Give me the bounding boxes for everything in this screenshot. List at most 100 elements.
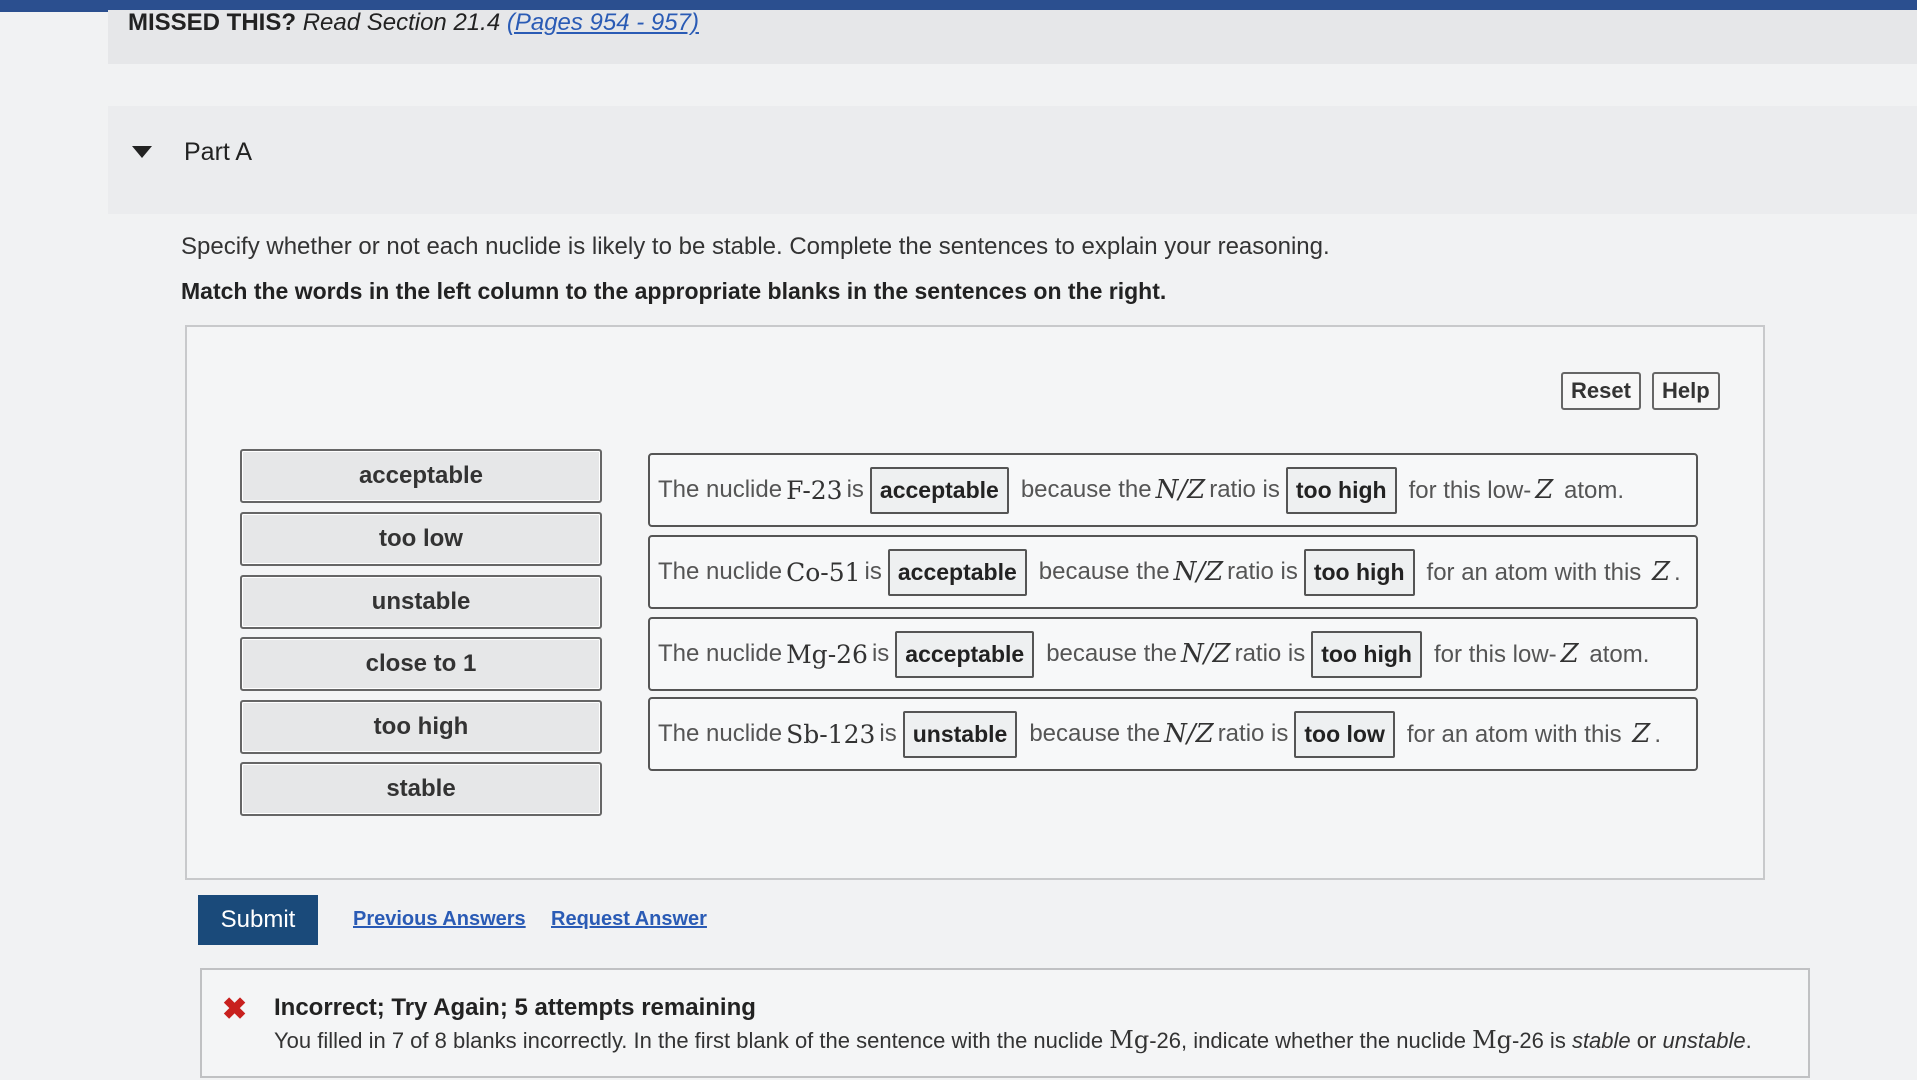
ratio-n: N [1180, 639, 1204, 669]
feedback-end: . [1745, 1028, 1752, 1053]
ratio-z: Z [1212, 639, 1231, 669]
suffix-pre: for an atom with this [1426, 559, 1648, 586]
missed-text: Read Section 21.4 [302, 9, 501, 36]
sentence-prefix: The nuclide [658, 476, 783, 503]
sentence-row: The nuclide Co-51 is acceptable because … [648, 535, 1698, 609]
feedback-or: or [1630, 1028, 1663, 1053]
instruction-text: Specify whether or not each nuclide is l… [181, 233, 1330, 260]
ratio-math: N/Z [1164, 719, 1214, 749]
sentence-row: The nuclide F-23 is acceptable because t… [648, 453, 1698, 527]
answer-blank[interactable]: too high [1311, 630, 1422, 678]
suffix-post: . [1674, 559, 1681, 586]
word-tile[interactable]: stable [240, 762, 602, 816]
feedback-msg-c: -26 is [1512, 1028, 1572, 1053]
is-word: is [846, 476, 864, 503]
feedback-msg-a: You filled in 7 of 8 blanks incorrectly.… [274, 1028, 1110, 1053]
instruction-bold: Match the words in the left column to th… [181, 278, 1167, 304]
ratio-n: N [1173, 557, 1197, 587]
ratio-is-text: ratio is [1209, 476, 1280, 503]
ratio-math: N/Z [1181, 639, 1231, 669]
ratio-math: N/Z [1174, 557, 1224, 587]
answer-blank[interactable]: too low [1294, 710, 1395, 758]
sentence-prefix: The nuclide [658, 640, 783, 667]
word-tile[interactable]: too low [240, 512, 602, 566]
nuclide-symbol: Co-51 [786, 558, 860, 587]
feedback-title: Incorrect; Try Again; 5 attempts remaini… [274, 994, 756, 1021]
suffix-text: for this low- Z atom. [1434, 639, 1649, 669]
suffix-pre: for this low- [1408, 477, 1532, 504]
x-icon: ✖ [222, 993, 248, 1026]
suffix-z: Z [1632, 719, 1651, 749]
word-tile[interactable]: acceptable [240, 449, 602, 503]
feedback-nuclide-1: Mg [1109, 1026, 1150, 1054]
feedback-message: You filled in 7 of 8 blanks incorrectly.… [274, 1026, 1752, 1054]
pages-link[interactable]: (Pages 954 - 957) [507, 9, 699, 36]
answer-blank[interactable]: acceptable [887, 548, 1027, 596]
ratio-is-text: ratio is [1234, 640, 1306, 667]
missed-this-banner: MISSED THIS? Read Section 21.4 (Pages 95… [108, 10, 1917, 64]
mass-number: -51 [820, 557, 861, 587]
feedback-stable: stable [1571, 1028, 1631, 1053]
ratio-is-text: ratio is [1217, 720, 1289, 747]
previous-answers-link[interactable]: Previous Answers [353, 908, 526, 931]
answer-blank[interactable]: acceptable [895, 630, 1035, 678]
mass-number: -26 [827, 639, 868, 669]
suffix-text: for this low- Z atom. [1409, 475, 1624, 505]
element-symbol: Co [786, 557, 821, 587]
ratio-n: N [1155, 475, 1179, 505]
submit-button[interactable]: Submit [198, 895, 318, 945]
element-symbol: F [786, 475, 803, 505]
mass-number: -123 [819, 719, 876, 749]
sentence-row: The nuclide Sb-123 is unstable because t… [648, 697, 1698, 771]
ratio-n: N [1164, 719, 1187, 749]
because-text: because the [1046, 640, 1177, 667]
part-a-header[interactable]: Part A [108, 106, 1917, 214]
feedback-nuclide-2: Mg [1472, 1026, 1513, 1054]
mass-number: -23 [802, 475, 843, 505]
ratio-z: Z [1205, 557, 1224, 587]
ratio-slash: / [1186, 719, 1196, 749]
ratio-is-text: ratio is [1227, 558, 1298, 585]
feedback-box: ✖ Incorrect; Try Again; 5 attempts remai… [200, 968, 1810, 1078]
answer-blank[interactable]: unstable [902, 710, 1018, 758]
because-text: because the [1020, 476, 1152, 503]
suffix-pre: for this low- [1433, 641, 1557, 668]
ratio-z: Z [1187, 475, 1206, 505]
answer-blank[interactable]: acceptable [869, 466, 1009, 514]
ratio-slash: / [1203, 639, 1213, 669]
element-symbol: Mg [786, 639, 828, 669]
because-text: because the [1038, 558, 1170, 585]
word-tile[interactable]: unstable [240, 575, 602, 629]
suffix-text: for an atom with this Z. [1407, 719, 1661, 749]
feedback-msg-b: -26, indicate whether the nuclide [1149, 1028, 1473, 1053]
suffix-post: atom. [1582, 641, 1650, 668]
request-answer-link[interactable]: Request Answer [551, 908, 707, 931]
suffix-z: Z [1535, 475, 1554, 505]
sentence-prefix: The nuclide [658, 720, 783, 747]
nuclide-symbol: Sb-123 [786, 720, 875, 749]
word-tile[interactable]: too high [240, 700, 602, 754]
nuclide-symbol: F-23 [786, 476, 843, 505]
suffix-pre: for an atom with this [1406, 721, 1629, 748]
missed-label: MISSED THIS? [128, 9, 297, 36]
part-title: Part A [184, 138, 253, 166]
ratio-slash: / [1196, 557, 1206, 587]
suffix-z: Z [1560, 639, 1579, 669]
help-button[interactable]: Help [1652, 372, 1720, 410]
sentence-row: The nuclide Mg-26 is acceptable because … [648, 617, 1698, 691]
suffix-post: . [1654, 721, 1662, 748]
suffix-z: Z [1651, 557, 1671, 587]
answer-blank[interactable]: too high [1303, 548, 1415, 596]
suffix-post: atom. [1557, 477, 1625, 504]
ratio-z: Z [1195, 719, 1214, 749]
sentence-prefix: The nuclide [658, 558, 783, 585]
because-text: because the [1029, 720, 1161, 747]
element-symbol: Sb [786, 719, 820, 749]
answer-blank[interactable]: too high [1285, 466, 1397, 514]
is-word: is [879, 720, 897, 747]
reset-button[interactable]: Reset [1561, 372, 1641, 410]
collapse-caret-icon[interactable] [132, 146, 152, 158]
is-word: is [871, 640, 890, 667]
word-tile[interactable]: close to 1 [240, 637, 602, 691]
ratio-slash: / [1178, 475, 1188, 505]
